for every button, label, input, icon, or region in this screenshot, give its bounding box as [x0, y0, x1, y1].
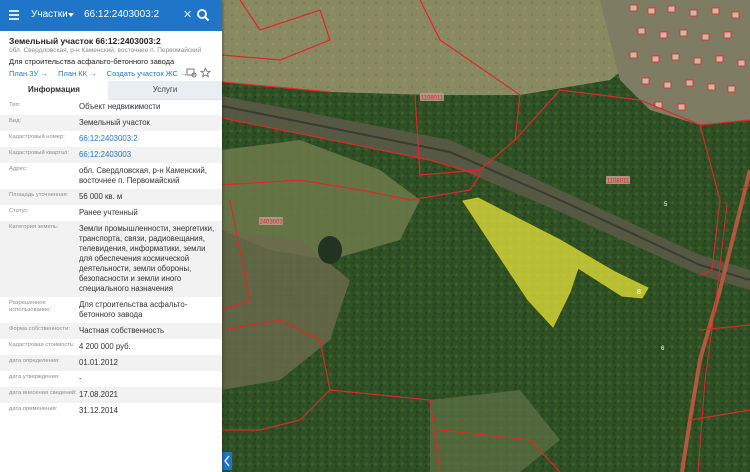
row-value: 01.01.2012 [79, 358, 119, 367]
svg-text:2403003: 2403003 [259, 220, 283, 226]
row-value: 56 000 кв. м [79, 192, 123, 201]
quarter-label-2: 1108011 [606, 176, 630, 185]
collapse-panel-button[interactable] [222, 452, 232, 470]
table-row: Кадастровая стоимость: 4 200 000 руб. [0, 339, 222, 355]
row-key: Статус: [9, 208, 29, 214]
row-value: 4 200 000 руб. [79, 342, 131, 351]
row-key: дата определения: [9, 358, 60, 364]
tab-information[interactable]: Информация [0, 81, 108, 101]
row-value: 17.08.2021 [79, 390, 119, 399]
table-row: Разрешенное использование: Для строитель… [0, 297, 222, 323]
row-key: Вид: [9, 118, 22, 124]
row-key: Кадастровая стоимость: [9, 342, 75, 348]
page-title: Земельный участок 66:12:2403003:2 [9, 36, 161, 46]
purpose-text: Для строительства асфальто-бетонного зав… [9, 57, 175, 66]
table-row: дата применения: 31.12.2014 [0, 403, 222, 419]
row-value: Ранее учтенный [79, 208, 138, 217]
info-table: Тип: Объект недвижимости Вид: Земельный … [0, 99, 222, 419]
row-value: Земли промышленности, энергетики, трансп… [79, 224, 215, 293]
row-value: обл. Свердловская, р-н Каменский, восточ… [79, 166, 207, 185]
search-category-select[interactable]: Участки [31, 9, 68, 20]
tab-services[interactable]: Услуги [108, 81, 222, 99]
quarter-label-3: 2403003 [259, 217, 283, 226]
parcel-number-label: 8 [637, 289, 641, 296]
plan-zu-link[interactable]: План ЗУ → [9, 69, 48, 78]
table-row: Площадь уточненная: 56 000 кв. м [0, 189, 222, 205]
table-row: Тип: Объект недвижимости [0, 99, 222, 115]
row-value: Частная собственность [79, 326, 165, 335]
row-value: 31.12.2014 [79, 406, 119, 415]
table-row: Категория земель: Земли промышленности, … [0, 221, 222, 297]
menu-icon[interactable] [9, 10, 19, 20]
tab-bar: Информация Услуги [0, 81, 222, 101]
row-key: Кадастровый квартал: [9, 150, 69, 156]
row-value: - [79, 374, 82, 383]
quarter-label-1: 1108011 [420, 93, 444, 102]
address-subtitle: обл. Свердловская, р-н Каменский, восточ… [9, 47, 202, 54]
row-value: Земельный участок [79, 118, 150, 127]
plan-kk-link[interactable]: План КК → [58, 69, 97, 78]
row-key: Разрешенное использование: [9, 300, 52, 313]
row-key: Тип: [9, 102, 21, 108]
row-key: дата применения: [9, 406, 58, 412]
cadastral-quarter-link[interactable]: 66:12:2403003 [79, 147, 222, 163]
open-field [222, 0, 660, 95]
svg-text:1108011: 1108011 [421, 96, 444, 102]
table-row: дата определения: 01.01.2012 [0, 355, 222, 371]
row-key: Площадь уточненная: [9, 192, 69, 198]
row-value: Объект недвижимости [79, 102, 161, 111]
row-key: Адрес: [9, 166, 28, 172]
plan-links: План ЗУ → План КК → Создать участок ЖС → [9, 69, 196, 78]
table-row: Статус: Ранее учтенный [0, 205, 222, 221]
pond [318, 236, 342, 264]
table-row: Форма собственности: Частная собственнос… [0, 323, 222, 339]
table-row: дата утверждения: - [0, 371, 222, 387]
chevron-down-icon[interactable] [68, 13, 74, 17]
row-key: Кадастровый номер: [9, 134, 65, 140]
table-row: дата внесения сведений: 17.08.2021 [0, 387, 222, 403]
table-row: Кадастровый номер: 66:12:2403003:2 [0, 131, 222, 147]
search-icon[interactable] [196, 8, 210, 22]
svg-text:1108011: 1108011 [607, 179, 630, 185]
table-row: Кадастровый квартал: 66:12:2403003 [0, 147, 222, 163]
row-value: Для строительства асфальто-бетонного зав… [79, 300, 188, 319]
search-bar: Участки 66:12:2403003:2 ✕ [0, 0, 222, 31]
close-icon[interactable]: ✕ [183, 8, 192, 21]
star-icon[interactable] [200, 67, 211, 78]
create-parcel-link[interactable]: Создать участок ЖС → [107, 69, 188, 78]
info-panel: Участки 66:12:2403003:2 ✕ Земельный учас… [0, 0, 222, 472]
measure-icon[interactable] [186, 67, 197, 78]
row-key: дата внесения сведений: [9, 390, 77, 396]
row-key: Форма собственности: [9, 326, 70, 332]
table-row: Вид: Земельный участок [0, 115, 222, 131]
row-key: дата утверждения: [9, 374, 60, 380]
search-input[interactable]: 66:12:2403003:2 [84, 9, 159, 20]
row-key: Категория земель: [9, 224, 59, 230]
table-row: Адрес: обл. Свердловская, р-н Каменский,… [0, 163, 222, 189]
cadastral-number-link[interactable]: 66:12:2403003:2 [79, 131, 222, 147]
